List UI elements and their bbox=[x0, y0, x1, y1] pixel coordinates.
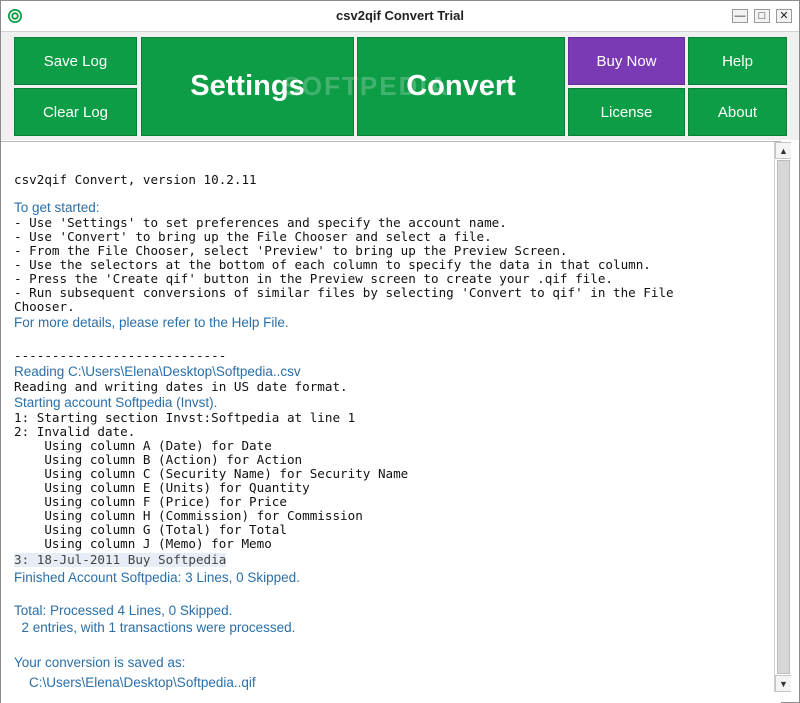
softpedia-watermark: SOFTPEDIA bbox=[282, 71, 450, 101]
log-highlighted-entry: 3: 18-Jul-2011 Buy Softpedia bbox=[14, 552, 227, 567]
log-separator: ---------------------------- bbox=[14, 348, 227, 363]
log-invalid-date: 2: Invalid date. bbox=[14, 424, 136, 439]
log-help-reference: For more details, please refer to the He… bbox=[14, 315, 289, 330]
log-content: csv2qif Convert, version 10.2.11 To get … bbox=[14, 156, 774, 691]
log-column-mapping: Using column E (Units) for Quantity bbox=[14, 480, 310, 495]
log-step: - Use 'Convert' to bring up the File Cho… bbox=[14, 229, 492, 244]
log-step: - Use the selectors at the bottom of eac… bbox=[14, 257, 651, 272]
log-step: - Press the 'Create qif' button in the P… bbox=[14, 271, 613, 286]
about-button[interactable]: About bbox=[688, 88, 787, 136]
log-column-mapping: Using column F (Price) for Price bbox=[14, 494, 287, 509]
scroll-down-icon[interactable]: ▼ bbox=[775, 675, 792, 692]
log-column-mapping: Using column A (Date) for Date bbox=[14, 438, 272, 453]
log-finished-account: Finished Account Softpedia: 3 Lines, 0 S… bbox=[14, 570, 300, 585]
minimize-button[interactable]: — bbox=[732, 9, 748, 23]
app-window: csv2qif Convert Trial — □ ✕ Save Log Cle… bbox=[0, 0, 800, 703]
log-column-mapping: Using column B (Action) for Action bbox=[14, 452, 303, 467]
window-title: csv2qif Convert Trial bbox=[336, 8, 464, 23]
log-saved-as: Your conversion is saved as: bbox=[14, 655, 186, 670]
help-button[interactable]: Help bbox=[688, 37, 787, 85]
toolbar: Save Log Clear Log Settings Convert Buy … bbox=[1, 32, 799, 140]
title-bar[interactable]: csv2qif Convert Trial — □ ✕ bbox=[1, 1, 799, 32]
scroll-up-icon[interactable]: ▲ bbox=[775, 142, 792, 159]
vertical-scrollbar[interactable]: ▲ ▼ bbox=[774, 142, 792, 692]
log-starting-account: Starting account Softpedia (Invst). bbox=[14, 395, 218, 410]
log-date-format: Reading and writing dates in US date for… bbox=[14, 379, 348, 394]
log-entries: 2 entries, with 1 transactions were proc… bbox=[14, 620, 296, 635]
license-button[interactable]: License bbox=[568, 88, 685, 136]
log-text-area[interactable]: csv2qif Convert, version 10.2.11 To get … bbox=[1, 141, 781, 703]
log-version-line: csv2qif Convert, version 10.2.11 bbox=[14, 172, 257, 187]
log-column-mapping: Using column H (Commission) for Commissi… bbox=[14, 508, 363, 523]
log-step: Chooser. bbox=[14, 299, 75, 314]
close-button[interactable]: ✕ bbox=[776, 9, 792, 23]
log-total: Total: Processed 4 Lines, 0 Skipped. bbox=[14, 603, 233, 618]
log-step: - Use 'Settings' to set preferences and … bbox=[14, 215, 507, 230]
log-get-started: To get started: bbox=[14, 200, 100, 215]
log-step: - Run subsequent conversions of similar … bbox=[14, 285, 674, 300]
save-log-button[interactable]: Save Log bbox=[14, 37, 137, 85]
log-column-mapping: Using column J (Memo) for Memo bbox=[14, 536, 272, 551]
log-section-line: 1: Starting section Invst:Softpedia at l… bbox=[14, 410, 356, 425]
log-reading-file: Reading C:\Users\Elena\Desktop\Softpedia… bbox=[14, 364, 301, 379]
maximize-button[interactable]: □ bbox=[754, 9, 770, 23]
log-step: - From the File Chooser, select 'Preview… bbox=[14, 243, 568, 258]
log-column-mapping: Using column C (Security Name) for Secur… bbox=[14, 466, 409, 481]
clear-log-button[interactable]: Clear Log bbox=[14, 88, 137, 136]
log-column-mapping: Using column G (Total) for Total bbox=[14, 522, 287, 537]
buy-now-button[interactable]: Buy Now bbox=[568, 37, 685, 85]
scrollbar-thumb[interactable] bbox=[777, 160, 790, 674]
log-output-path: C:\Users\Elena\Desktop\Softpedia..qif bbox=[14, 675, 256, 690]
